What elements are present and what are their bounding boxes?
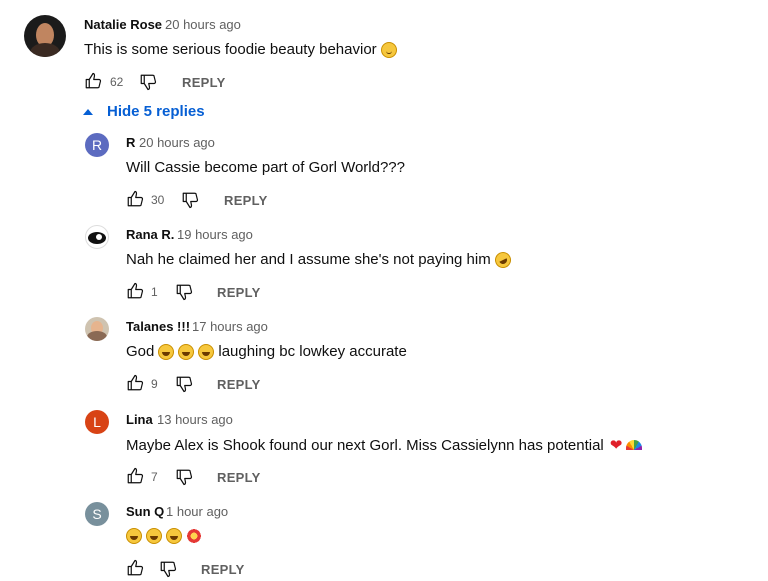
dislike-icon[interactable] xyxy=(175,375,193,393)
face-with-tears-of-joy-icon xyxy=(158,343,175,360)
chevron-up-icon xyxy=(83,108,93,115)
reply-author[interactable]: Lina xyxy=(126,412,153,427)
reply-button[interactable]: REPLY xyxy=(217,285,261,300)
reply-time[interactable]: 17 hours ago xyxy=(192,319,268,334)
comment-author[interactable]: Natalie Rose xyxy=(84,17,162,32)
reply-text xyxy=(122,528,202,544)
face-with-tears-of-joy-icon xyxy=(126,528,142,544)
like-icon[interactable] xyxy=(126,190,144,208)
like-icon[interactable] xyxy=(126,559,144,577)
avatar[interactable] xyxy=(24,15,66,57)
comment-text: This is some serious foodie beauty behav… xyxy=(84,41,397,58)
dislike-icon[interactable] xyxy=(175,468,193,486)
slightly-smiling-face-icon xyxy=(380,41,397,58)
reply-button[interactable]: REPLY xyxy=(217,470,261,485)
reply-text: Nah he claimed her and I assume she's no… xyxy=(126,248,514,271)
avatar[interactable]: S xyxy=(85,502,109,526)
face-with-tears-of-joy-icon xyxy=(146,528,162,544)
avatar[interactable]: R xyxy=(85,133,109,157)
rainbow-icon xyxy=(626,440,643,450)
reply-author[interactable]: Sun Q xyxy=(126,504,164,519)
reply-button[interactable]: REPLY xyxy=(224,193,268,208)
dislike-icon[interactable] xyxy=(139,73,157,91)
face-with-tears-of-joy-icon xyxy=(198,343,215,360)
like-icon[interactable] xyxy=(126,282,144,300)
rolling-on-floor-laughing-icon xyxy=(492,248,514,271)
face-with-tears-of-joy-icon xyxy=(166,528,182,544)
avatar[interactable] xyxy=(85,317,109,341)
red-heart-icon: ❤ xyxy=(609,437,623,454)
like-count: 9 xyxy=(151,377,158,391)
avatar[interactable] xyxy=(85,225,109,249)
reply-time[interactable]: 20 hours ago xyxy=(139,135,215,150)
collision-icon xyxy=(186,528,202,544)
reply-time[interactable]: 19 hours ago xyxy=(177,227,253,242)
reply-time[interactable]: 1 hour ago xyxy=(166,504,228,519)
like-count: 30 xyxy=(151,193,165,207)
reply-button[interactable]: REPLY xyxy=(201,562,245,577)
reply-text: God laughing bc lowkey accurate xyxy=(126,343,407,360)
like-icon[interactable] xyxy=(126,467,144,485)
reply-author[interactable]: R xyxy=(126,135,135,150)
comment-time[interactable]: 20 hours ago xyxy=(165,17,241,32)
reply-button[interactable]: REPLY xyxy=(217,377,261,392)
like-count: 1 xyxy=(151,285,158,299)
dislike-icon[interactable] xyxy=(159,560,177,578)
dislike-icon[interactable] xyxy=(181,191,199,209)
hide-replies-button[interactable]: Hide 5 replies xyxy=(83,103,205,120)
reply-author[interactable]: Rana R. xyxy=(126,227,174,242)
reply-text: Will Cassie become part of Gorl World??? xyxy=(126,159,405,176)
like-icon[interactable] xyxy=(126,374,144,392)
reply-time[interactable]: 13 hours ago xyxy=(157,412,233,427)
like-count: 62 xyxy=(110,75,124,89)
face-with-tears-of-joy-icon xyxy=(178,343,195,360)
dislike-icon[interactable] xyxy=(175,283,193,301)
reply-button[interactable]: REPLY xyxy=(182,75,226,90)
like-count: 7 xyxy=(151,470,158,484)
reply-text: Maybe Alex is Shook found our next Gorl.… xyxy=(126,436,643,454)
reply-author[interactable]: Talanes !!! xyxy=(126,319,190,334)
like-icon[interactable] xyxy=(84,72,102,90)
avatar[interactable]: L xyxy=(85,410,109,434)
